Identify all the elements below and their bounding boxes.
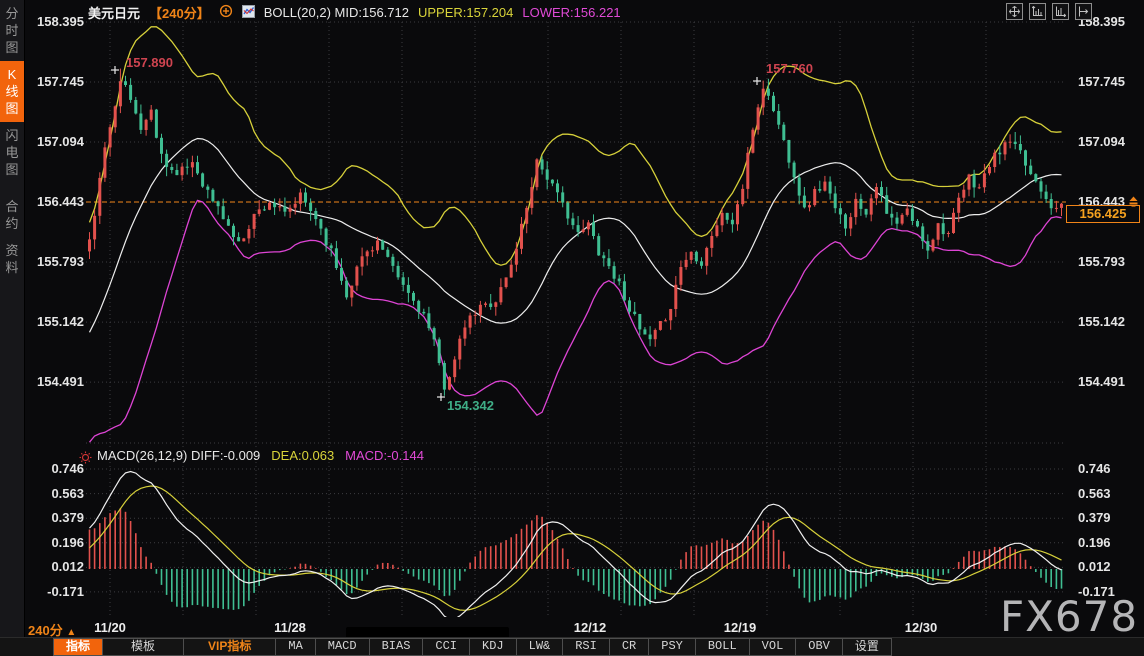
price-axis-label-right-6: 154.491 — [1078, 374, 1125, 389]
time-axis: 240分 ▲ 11/2011/2812/1212/1912/30 — [0, 618, 1144, 637]
macd-axis-label-left-3: 0.196 — [28, 535, 84, 550]
macd-lines — [90, 472, 1062, 620]
toolbar-tab-15[interactable]: 设置 — [842, 638, 892, 656]
move-tool-icon[interactable] — [1006, 3, 1023, 20]
toolbar-tab-10[interactable]: CR — [609, 638, 649, 656]
date-label-3: 12/19 — [724, 620, 757, 635]
chart-canvas[interactable] — [0, 0, 1144, 637]
sidebar-item-3[interactable]: 合约 — [0, 193, 24, 237]
price-axis-label-right-5: 155.142 — [1078, 314, 1125, 329]
toolbar-tab-13[interactable]: VOL — [749, 638, 797, 656]
toolbar-tab-9[interactable]: RSI — [562, 638, 610, 656]
macd-value: MACD:-0.144 — [345, 448, 424, 463]
date-label-0: 11/20 — [94, 620, 126, 635]
price-axis-label-left-0: 158.395 — [28, 14, 84, 29]
symbol-name: 美元日元 — [88, 3, 140, 22]
toolbar-tab-1[interactable]: 模板 — [102, 638, 184, 656]
price-axis-label-left-1: 157.745 — [28, 74, 84, 89]
candlestick-series — [88, 69, 1063, 396]
indicator-toolbar: 指标模板VIP指标MAMACDBIASCCIKDJLW&RSICRPSYBOLL… — [0, 637, 1144, 656]
boll-mid-line — [90, 139, 1062, 333]
toolbar-tab-2[interactable]: VIP指标 — [183, 638, 276, 656]
macd-axis-label-right-1: 0.563 — [1078, 486, 1111, 501]
boll-upper-line — [90, 27, 1062, 265]
macd-axis-label-left-5: -0.171 — [28, 584, 84, 599]
toolbar-tab-4[interactable]: MACD — [315, 638, 370, 656]
price-axis-label-left-2: 157.094 — [28, 134, 84, 149]
toolbar-tab-11[interactable]: PSY — [648, 638, 696, 656]
period-label[interactable]: 【240分】 — [149, 3, 210, 22]
price-axis-label-left-6: 154.491 — [28, 374, 84, 389]
macd-legend: MACD(26,12,9) DIFF:-0.009 DEA:0.063 MACD… — [97, 448, 424, 463]
toolbar-tab-5[interactable]: BIAS — [369, 638, 424, 656]
zoom-horizontal-axis-icon[interactable] — [1052, 3, 1069, 20]
macd-axis-label-left-4: 0.012 — [28, 559, 84, 574]
low-price-annotation: 154.342 — [447, 398, 494, 413]
macd-axis-label-right-2: 0.379 — [1078, 510, 1111, 525]
price-axis-label-right-2: 157.094 — [1078, 134, 1125, 149]
macd-histogram — [90, 508, 1062, 610]
boll-upper-value: UPPER:157.204 — [418, 5, 513, 20]
macd-axis-label-left-0: 0.746 — [28, 461, 84, 476]
macd-axis-label-left-1: 0.563 — [28, 486, 84, 501]
price-axis-label-right-4: 155.793 — [1078, 254, 1125, 269]
price-axis-label-left-3: 156.443 — [28, 194, 84, 209]
high-price-annotation: 157.890 — [126, 55, 173, 70]
add-indicator-icon[interactable] — [219, 4, 233, 21]
date-label-2: 12/12 — [574, 620, 607, 635]
toolbar-tab-14[interactable]: OBV — [795, 638, 843, 656]
toolbar-spacer — [0, 638, 54, 656]
pan-right-icon[interactable] — [1075, 3, 1092, 20]
dea-line — [90, 486, 1062, 610]
price-axis-label-left-4: 155.793 — [28, 254, 84, 269]
macd-dea-value: DEA:0.063 — [271, 448, 334, 463]
chart-type-sidebar: 分时图K线图闪电图合约资料 — [0, 0, 25, 637]
boll-bands — [90, 27, 1062, 442]
macd-params: MACD(26,12,9) DIFF:-0.009 — [97, 448, 260, 463]
macd-axis-label-right-4: 0.012 — [1078, 559, 1111, 574]
toolbar-tab-8[interactable]: LW& — [516, 638, 564, 656]
date-label-4: 12/30 — [905, 620, 938, 635]
macd-settings-icon[interactable] — [79, 451, 92, 469]
price-markers — [111, 66, 761, 401]
price-axis-label-left-5: 155.142 — [28, 314, 84, 329]
chart-tool-icons — [1006, 3, 1092, 20]
sidebar-item-1[interactable]: K线图 — [0, 61, 24, 122]
price-axis-label-right-1: 157.745 — [1078, 74, 1125, 89]
trading-app: 分时图K线图闪电图合约资料 美元日元 【240分】 BOLL(20,2) MID… — [0, 0, 1144, 655]
sidebar-item-0[interactable]: 分时图 — [0, 0, 24, 61]
toolbar-tab-12[interactable]: BOLL — [695, 638, 750, 656]
boll-lower-value: LOWER:156.221 — [522, 5, 620, 20]
macd-axis-label-right-0: 0.746 — [1078, 461, 1111, 476]
macd-axis-label-right-3: 0.196 — [1078, 535, 1111, 550]
toolbar-tab-6[interactable]: CCI — [422, 638, 470, 656]
price-alert-icon[interactable] — [1128, 194, 1139, 212]
gridlines — [86, 22, 1066, 616]
date-label-1: 11/28 — [274, 620, 306, 635]
boll-mid-value: BOLL(20,2) MID:156.712 — [264, 5, 409, 20]
toolbar-tab-0[interactable]: 指标 — [53, 638, 103, 656]
zoom-vertical-axis-icon[interactable] — [1029, 3, 1046, 20]
diff-line — [90, 472, 1062, 620]
boll-indicator-icon[interactable] — [242, 5, 255, 21]
chart-legend: 美元日元 【240分】 BOLL(20,2) MID:156.712 UPPER… — [88, 3, 621, 22]
toolbar-tab-3[interactable]: MA — [275, 638, 315, 656]
sidebar-item-4[interactable]: 资料 — [0, 237, 24, 281]
high-price-annotation-2: 157.760 — [766, 61, 813, 76]
toolbar-tab-7[interactable]: KDJ — [469, 638, 517, 656]
sidebar-item-2[interactable]: 闪电图 — [0, 122, 24, 183]
macd-axis-label-left-2: 0.379 — [28, 510, 84, 525]
